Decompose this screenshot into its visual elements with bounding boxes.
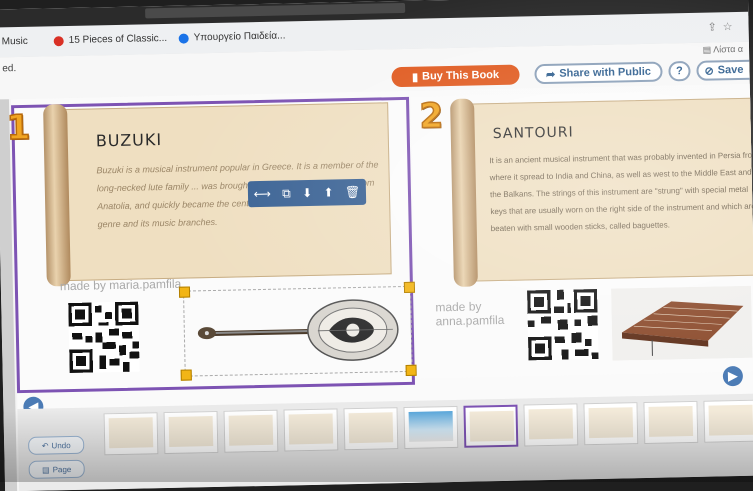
element-toolbar: ⟷ ⧉ ⬇ ⬆ 🗑	[248, 179, 367, 207]
page-thumbnail-active[interactable]	[463, 405, 518, 448]
reading-list-link[interactable]: ▤ Λίστα α	[703, 44, 744, 56]
page-button[interactable]: ▤ Page	[29, 460, 85, 479]
duplicate-icon[interactable]: ⧉	[282, 186, 291, 201]
scroll-rod	[450, 99, 478, 287]
move-down-icon[interactable]: ⬇	[302, 186, 312, 200]
undo-button[interactable]: ↶ Undo	[28, 436, 84, 455]
resize-handle[interactable]	[179, 286, 190, 297]
resize-icon[interactable]: ⟷	[254, 187, 271, 201]
book-canvas: 1 BUZUKI Buzuki is a musical instrument …	[11, 83, 753, 409]
share-public-button[interactable]: ➦ Share with Public	[534, 62, 662, 85]
book-icon: ▮	[412, 70, 418, 83]
qr-code	[68, 302, 139, 373]
page-1[interactable]: 1 BUZUKI Buzuki is a musical instrument …	[11, 97, 415, 393]
share-arrow-icon: ➦	[546, 67, 555, 80]
made-by-label: made by anna.pamfila	[435, 299, 504, 328]
page-thumbnail[interactable]	[343, 407, 398, 450]
save-button[interactable]: ⊘ Save	[696, 59, 753, 80]
page-title: SANTOURI	[493, 124, 574, 142]
bookmark-music[interactable]: Music	[2, 36, 28, 48]
scroll-rod	[43, 104, 71, 286]
bouzouki-image	[192, 295, 403, 369]
made-by-label: made by maria.pamfila	[60, 277, 182, 294]
page-2[interactable]: 2 SANTOURI It is an ancient musical inst…	[411, 90, 753, 379]
delete-icon[interactable]: 🗑	[345, 185, 361, 199]
page-thumbnail[interactable]	[283, 408, 338, 451]
resize-handle[interactable]	[404, 282, 415, 293]
browser-action-icons[interactable]: ⇪☆	[707, 20, 738, 34]
buy-book-button[interactable]: ▮ Buy This Book	[391, 65, 519, 88]
thumbnail-strip	[104, 400, 753, 456]
page-thumbnail[interactable]	[224, 410, 279, 453]
screen: Music 15 Pieces of Classic... Υπουργείο …	[0, 0, 753, 491]
page-thumbnail[interactable]	[643, 401, 698, 444]
next-page-arrow[interactable]: ▶	[723, 366, 743, 386]
page-icon: ▤	[42, 465, 50, 474]
santouri-image	[611, 286, 752, 361]
undo-icon: ↶	[42, 441, 49, 450]
page-thumbnail-bar: ↶ Undo ▤ Page	[17, 393, 753, 491]
favicon-icon	[179, 33, 189, 43]
page-thumbnail[interactable]	[703, 400, 753, 443]
move-up-icon[interactable]: ⬆	[323, 185, 333, 199]
resize-handle[interactable]	[406, 365, 417, 376]
save-icon: ⊘	[704, 64, 713, 77]
page-thumbnail[interactable]	[104, 412, 159, 455]
favicon-icon	[54, 36, 64, 46]
page-text: It is an ancient musical instrument that…	[489, 147, 753, 238]
page-title: BUZUKI	[96, 130, 163, 150]
resize-handle[interactable]	[181, 369, 192, 380]
page-thumbnail[interactable]	[523, 403, 578, 446]
help-button[interactable]: ?	[668, 61, 690, 81]
bookmark-ministry[interactable]: Υπουργείο Παιδεία...	[179, 30, 286, 43]
qr-code	[527, 289, 598, 360]
page-thumbnail[interactable]	[403, 406, 458, 449]
selected-image-frame[interactable]	[183, 286, 413, 377]
page-number-badge: 2	[413, 96, 450, 137]
page-thumbnail[interactable]	[164, 411, 219, 454]
text-scroll[interactable]: SANTOURI It is an ancient musical instru…	[461, 98, 753, 282]
bookmark-classic-pieces[interactable]: 15 Pieces of Classic...	[54, 33, 168, 46]
page-thumbnail[interactable]	[583, 402, 638, 445]
edited-status: ed.	[2, 63, 16, 74]
